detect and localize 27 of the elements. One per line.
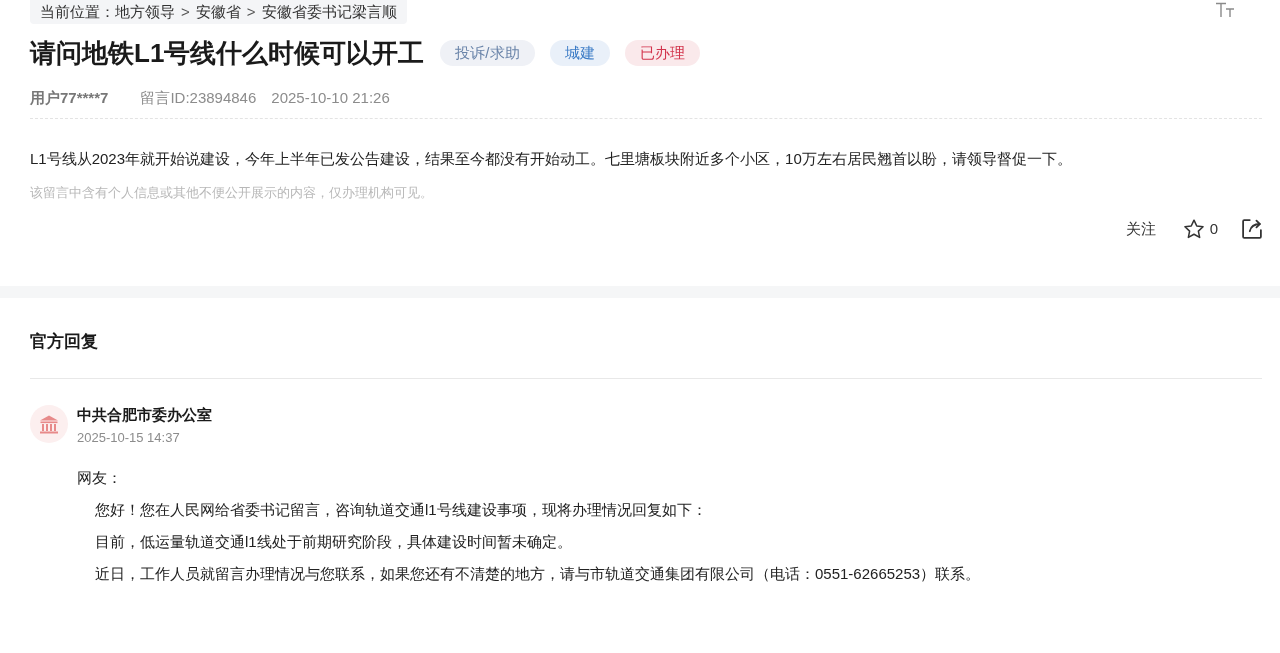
reply-paragraph: 近日，工作人员就留言办理情况与您联系，如果您还有不清楚的地方，请与市轨道交通集团有限公司（电话：0551-62665253）联系。 [94,564,982,584]
author-name: 用户77****7 [30,88,109,108]
building-icon [30,405,68,443]
category-tag: 已办理 [624,40,700,66]
message-time: 2025-10-10 21:26 [271,88,390,108]
privacy-notice: 该留言中含有个人信息或其他不便公开展示的内容，仅办理机构可见。 [30,184,434,202]
breadcrumb-link[interactable]: 安徽省 [195,0,241,24]
reply-paragraph: 您好！您在人民网给省委书记留言，咨询轨道交通l1号线建设事项，现将办理情况回复如下： [94,500,708,520]
share-icon[interactable] [1242,219,1262,239]
breadcrumb-separator: > [246,2,256,22]
message-id: 留言ID:23894846 [140,88,257,108]
section-heading: 官方回复 [30,331,99,353]
message-title: 请问地铁L1号线什么时候可以开工 [30,37,425,70]
message-content: L1号线从2023年就开始说建设，今年上半年已发公告建设，结果至今都没有开始动工。七里塘板块附近多个小区，10万左右居民翘首以盼，请领导督促一下。 [30,149,1073,169]
category-tag: 城建 [549,40,610,66]
reply-paragraph: 目前，低运量轨道交通l1线处于前期研究阶段，具体建设时间暂未确定。 [94,532,573,552]
organization-name: 中共合肥市委办公室 [77,405,212,425]
follow-button[interactable]: 关注 [1125,217,1156,241]
reply-time: 2025-10-15 14:37 [77,429,181,447]
breadcrumb-link[interactable]: 地方领导 [115,0,175,24]
reply-salutation: 网友： [77,468,123,488]
category-tag: 投诉/求助 [440,40,535,66]
font-size-icon[interactable] [1215,2,1235,18]
breadcrumb-label: 当前位置： [40,2,115,22]
breadcrumb-link[interactable]: 安徽省委书记梁言顺 [261,0,397,24]
breadcrumb-separator: > [181,2,190,22]
favorite-button[interactable]: 0 [1183,217,1218,241]
